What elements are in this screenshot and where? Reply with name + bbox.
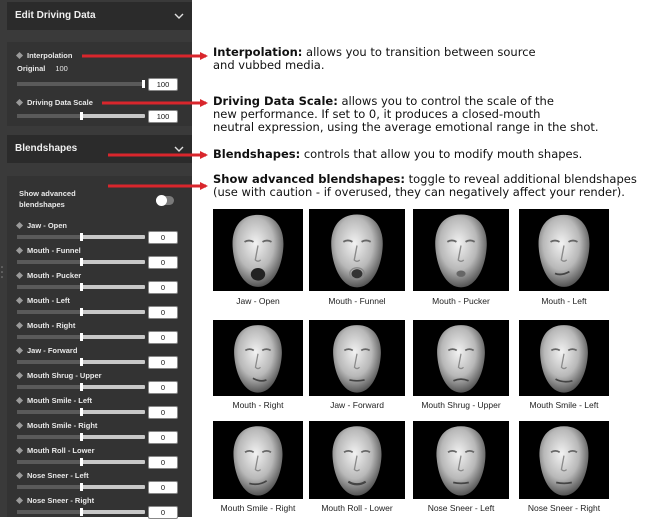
face-render-image [413, 320, 509, 396]
face-render-image [213, 209, 303, 291]
face-render-image [213, 421, 303, 499]
face-caption: Mouth - Left [541, 296, 587, 306]
face-render-image [213, 320, 303, 396]
face-render-image [413, 421, 509, 499]
face-render-image [309, 421, 405, 499]
face-render-image [309, 209, 405, 291]
face-render-image [519, 421, 609, 499]
blendshapes-description: Blendshapes: controls that allow you to … [213, 147, 583, 161]
face-render-image [519, 320, 609, 396]
face-render-image [413, 209, 509, 291]
show-advanced-description: Show advanced blendshapes: toggle to rev… [213, 172, 637, 199]
driving-scale-description: Driving Data Scale: allows you to contro… [213, 94, 599, 134]
face-caption: Mouth Smile - Left [529, 400, 599, 410]
face-render-image [309, 320, 405, 396]
face-render-image [519, 209, 609, 291]
face-caption: Nose Sneer - Right [527, 503, 601, 513]
interpolation-description: Interpolation: allows you to transition … [213, 45, 536, 72]
